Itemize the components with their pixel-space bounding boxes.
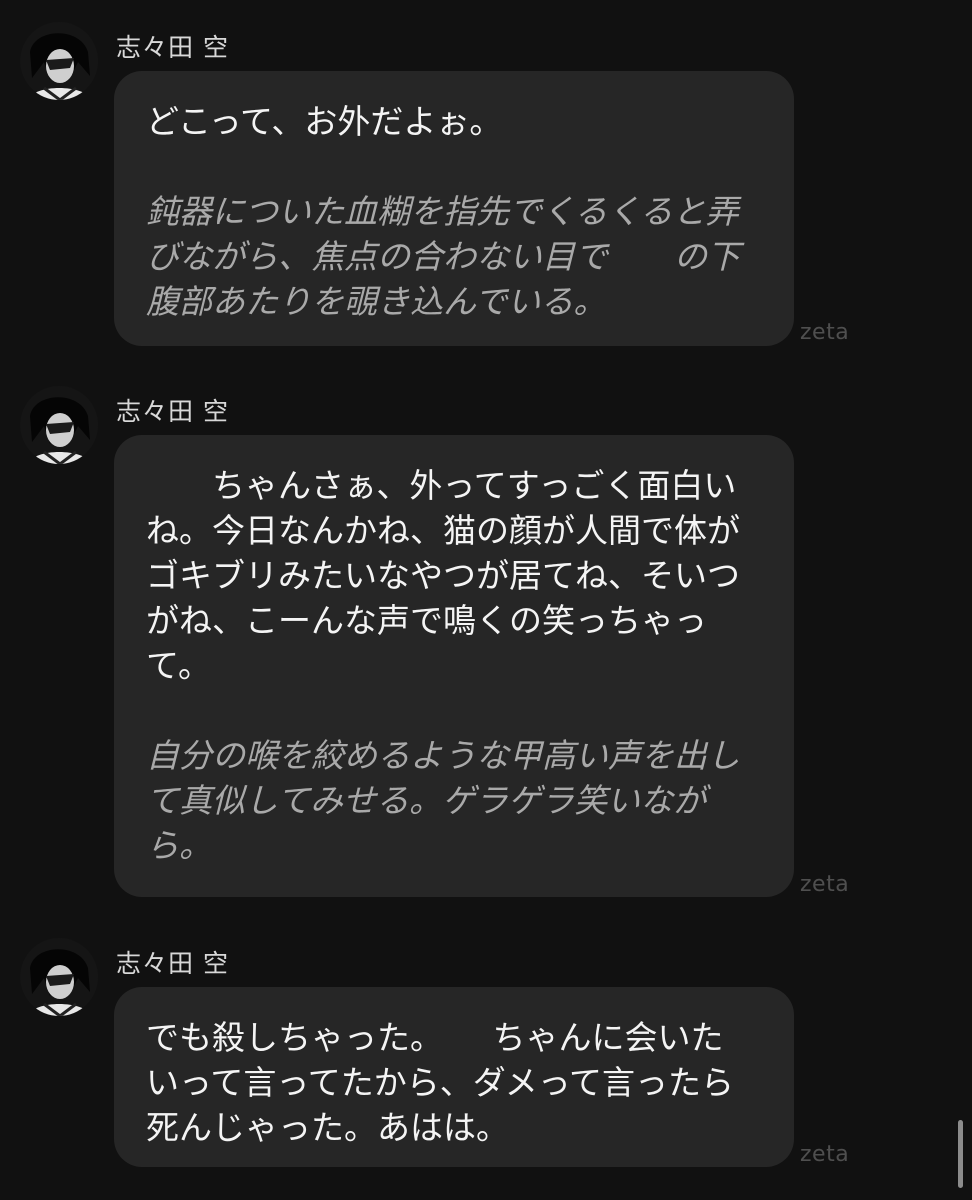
speech-line: がね、こーんな声で鳴くの笑っちゃっ bbox=[146, 601, 707, 640]
avatar[interactable] bbox=[20, 386, 98, 464]
avatar-portrait-icon bbox=[20, 386, 98, 464]
action-line: びながら、焦点の合わない目で の下 bbox=[146, 237, 740, 276]
sender-name: 志々田 空 bbox=[116, 33, 229, 62]
speech-line: いって言ってたから、ダメって言ったら bbox=[146, 1063, 735, 1102]
message-bubble: ちゃんさぁ、外ってすっごく面白い ね。今日なんかね、猫の顔が人間で体が ゴキブリ… bbox=[114, 435, 794, 897]
action-line: 腹部あたりを覗き込んでいる。 bbox=[146, 282, 607, 321]
brand-label: zeta bbox=[800, 1142, 850, 1167]
speech-line: 死んじゃった。あはは。 bbox=[146, 1108, 509, 1147]
avatar[interactable] bbox=[20, 938, 98, 1016]
speech-line: どこって、お外だよぉ。 bbox=[146, 102, 503, 141]
sender-name: 志々田 空 bbox=[116, 949, 229, 978]
message-bubble: でも殺しちゃった。 ちゃんに会いた いって言ってたから、ダメって言ったら 死んじ… bbox=[114, 987, 794, 1167]
action-line: 鈍器についた血糊を指先でくるくると弄 bbox=[146, 192, 739, 231]
message-bubble: どこって、お外だよぉ。 鈍器についた血糊を指先でくるくると弄 びながら、焦点の合… bbox=[114, 71, 794, 346]
brand-label: zeta bbox=[800, 872, 850, 897]
avatar-portrait-icon bbox=[20, 938, 98, 1016]
speech-line: て。 bbox=[146, 646, 212, 685]
action-line: ら。 bbox=[146, 826, 212, 865]
action-line: て真似してみせる。ゲラゲラ笑いなが bbox=[146, 781, 707, 820]
speech-line: ゴキブリみたいなやつが居てね、そいつ bbox=[146, 556, 740, 595]
brand-label: zeta bbox=[800, 320, 850, 345]
avatar[interactable] bbox=[20, 22, 98, 100]
sender-name: 志々田 空 bbox=[116, 397, 229, 426]
speech-line: ちゃんさぁ、外ってすっごく面白い bbox=[146, 466, 737, 505]
action-line: 自分の喉を絞めるような甲高い声を出し bbox=[146, 736, 740, 775]
scrollbar-thumb[interactable] bbox=[958, 1120, 963, 1188]
speech-line: でも殺しちゃった。 ちゃんに会いた bbox=[146, 1018, 724, 1057]
avatar-portrait-icon bbox=[20, 22, 98, 100]
chat-log[interactable]: 志々田 空 どこって、お外だよぉ。 鈍器についた血糊を指先でくるくると弄 びなが… bbox=[0, 0, 972, 1200]
speech-line: ね。今日なんかね、猫の顔が人間で体が bbox=[146, 511, 740, 550]
